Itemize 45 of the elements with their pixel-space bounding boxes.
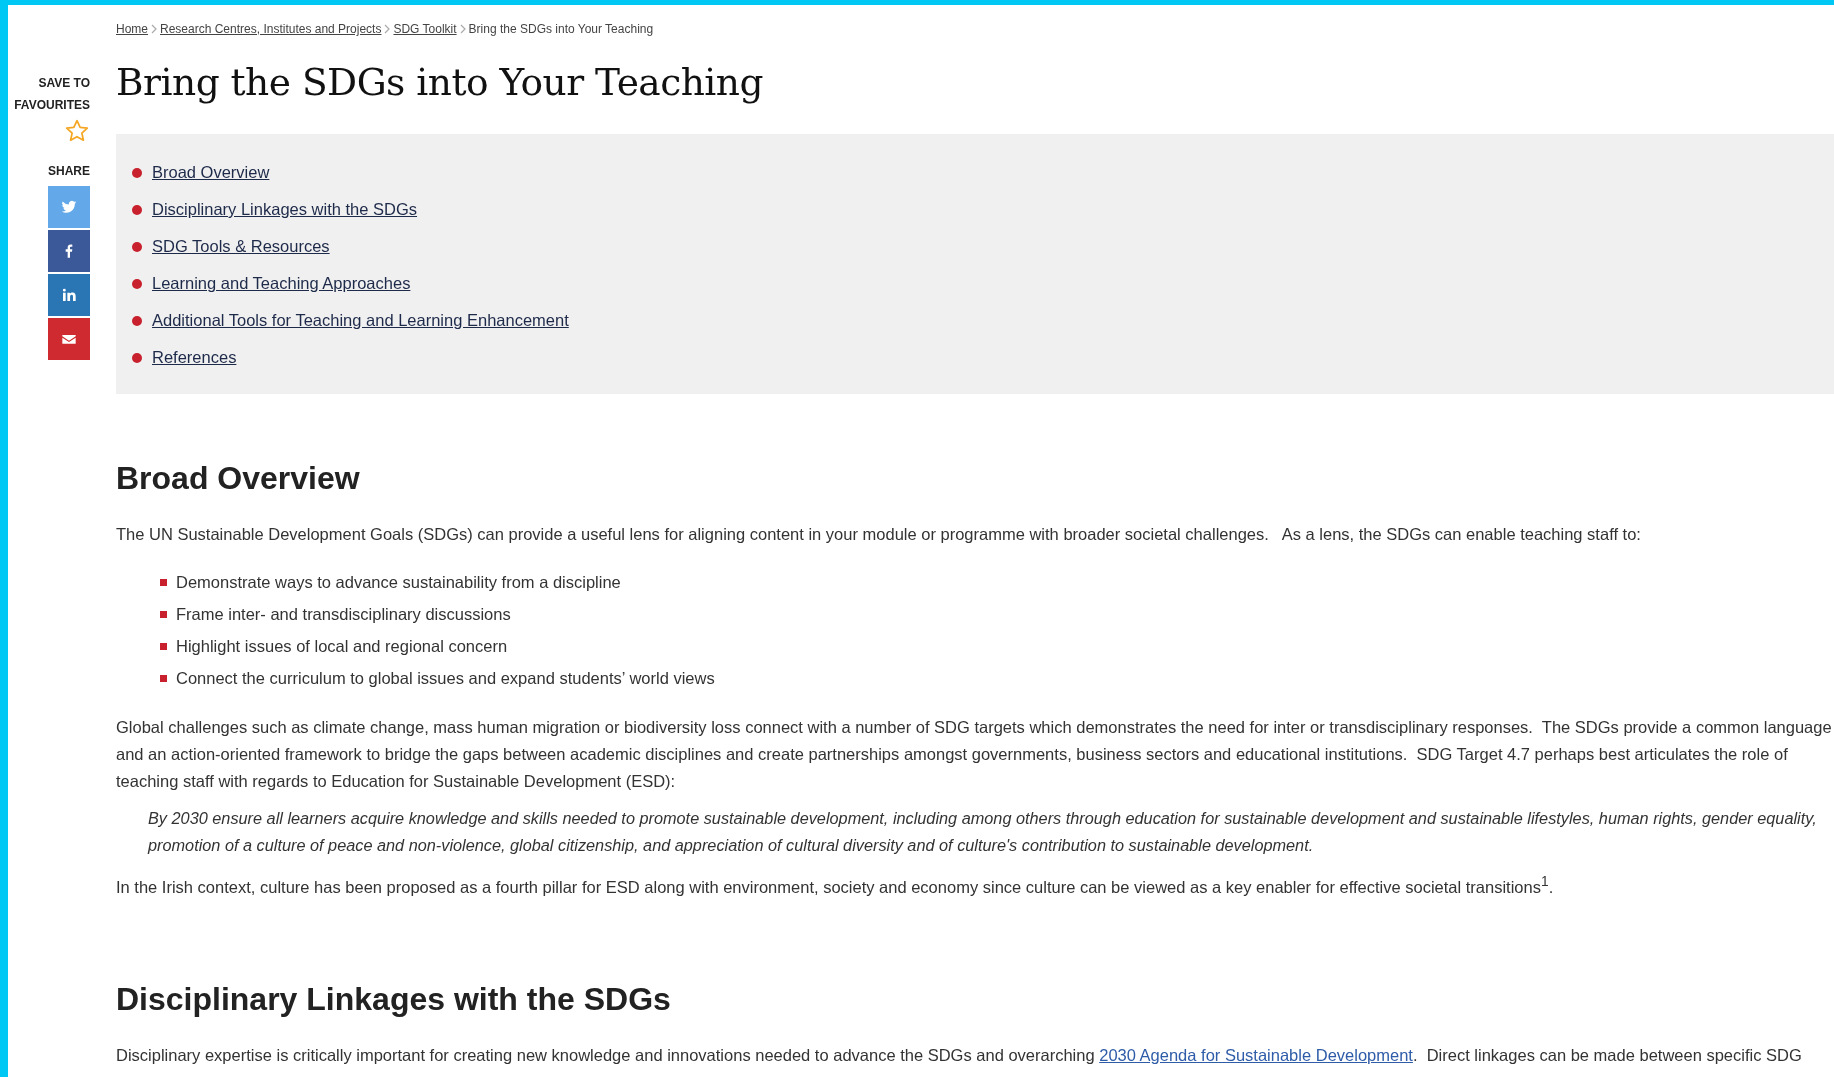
bird-icon	[61, 199, 77, 215]
contents-link[interactable]: SDG Tools & Resources	[152, 237, 330, 256]
star-icon[interactable]	[64, 118, 90, 144]
breadcrumb-link[interactable]: SDG Toolkit	[393, 22, 457, 36]
email-button[interactable]	[48, 318, 90, 360]
breadcrumb-current: Bring the SDGs into Your Teaching	[468, 22, 654, 36]
contents-link[interactable]: Disciplinary Linkages with the SDGs	[152, 200, 418, 219]
bullet-icon	[132, 315, 142, 326]
twitter-button[interactable]	[48, 186, 90, 228]
save-to-favourites-label: SAVE TO FAVOURITES	[13, 75, 90, 114]
paragraph: Global challenges such as climate change, mass human migration or biodiversity loss connect with a number of SDG targets which demonstrates the need for inter or transdisciplinary responses. The SDGs provide a common language and an action-oriented framework to bridge the gaps between academic disciplines and create partnerships amongst governments, business sectors and educational institutions. SDG Target 4.7 perhaps best articulates the role of teaching staff with regards to Education for Sustainable Development (ESD):	[116, 717, 1833, 792]
breadcrumb-link[interactable]: Home	[116, 22, 148, 36]
bullet-icon	[132, 167, 142, 178]
bullet-icon	[132, 204, 142, 215]
linkedin-button[interactable]	[48, 274, 90, 316]
bullet-icon	[132, 241, 142, 252]
bullet-icon	[160, 610, 167, 618]
contents-link[interactable]: Broad Overview	[152, 163, 270, 182]
section-heading: Disciplinary Linkages with the SDGs	[116, 980, 672, 1018]
contents-link[interactable]: Learning and Teaching Approaches	[152, 274, 411, 293]
paragraph: In the Irish context, culture has been proposed as a fourth pillar for ESD along with environment, society and economy since culture can be viewed as a key enabler for effective societal transitions$^{1}$.	[116, 873, 1555, 898]
in-icon	[61, 287, 77, 303]
list-item: Demonstrate ways to advance sustainability from a discipline	[176, 572, 621, 592]
list-item: Highlight issues of local and regional concern	[176, 636, 508, 656]
bullet-icon	[132, 352, 142, 363]
quotation: By 2030 ensure all learners acquire knowledge and skills needed to promote sustainable development, including among others through education for sustainable development and sustainable lifestyles, human rights, gender equality, promotion of a culture of peace and non-violence, global citizenship, and appreciation of cultural diversity and of culture's contribution to sustainable development.	[148, 808, 1818, 856]
breadcrumb-link[interactable]: Research Centres, Institutes and Projects	[160, 22, 382, 36]
bullet-icon	[132, 278, 142, 289]
chevron-icon	[384, 24, 391, 34]
facebook-button[interactable]	[48, 230, 90, 272]
bullet-icon	[160, 642, 167, 650]
agenda-link[interactable]: 2030 Agenda for Sustainable Development	[1099, 1045, 1413, 1064]
list-item: Frame inter- and transdisciplinary discussions	[176, 604, 511, 624]
bullet-icon	[160, 674, 167, 682]
contents-link[interactable]: Additional Tools for Teaching and Learning Enhancement	[152, 311, 569, 330]
chevron-icon	[459, 24, 466, 34]
paragraph: Disciplinary expertise is critically important for creating new knowledge and innovations needed to advance the SDGs and overarching 2030 Agenda for Sustainable Development. Direct linkages can be made between specific SDG	[116, 1044, 1803, 1066]
page-title: Bring the SDGs into Your Teaching	[116, 60, 764, 104]
section-heading: Broad Overview	[116, 460, 361, 497]
paragraph: The UN Sustainable Development Goals (SDGs) can provide a useful lens for aligning content in your module or programme with broader societal challenges. As a lens, the SDGs can enable teaching staff to:	[116, 524, 1642, 545]
chevron-icon	[151, 24, 157, 34]
contents-link[interactable]: References	[152, 348, 237, 367]
bullet-icon	[160, 578, 167, 586]
list-item: Connect the curriculum to global issues and expand students’ world views	[176, 668, 715, 688]
share-label: SHARE	[47, 163, 90, 180]
